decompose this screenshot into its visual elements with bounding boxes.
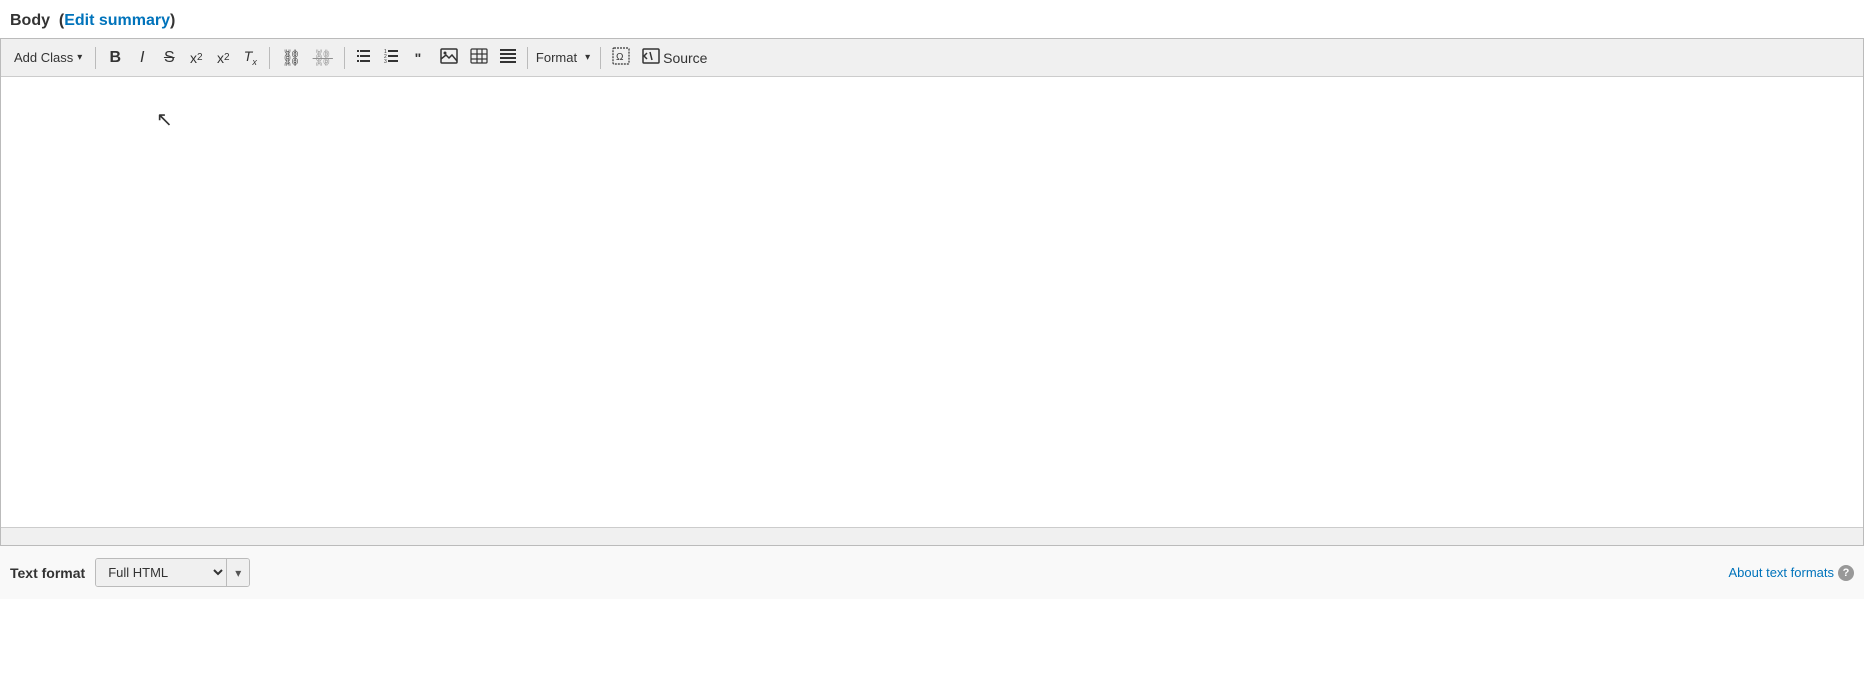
subscript-button[interactable]: x2 [210, 45, 236, 71]
list-buttons-group: 1 2 3 " [351, 45, 431, 71]
strikethrough-button[interactable]: S [156, 45, 182, 71]
link-button[interactable]: ⛓ [276, 45, 306, 71]
format-dropdown-arrow-icon[interactable]: ▾ [581, 50, 594, 65]
edit-summary-link[interactable]: Edit summary [64, 12, 170, 29]
text-format-row: Text format Full HTML Filtered HTML Plai… [0, 546, 1864, 599]
source-icon [642, 48, 660, 67]
link-icon: ⛓ [281, 48, 301, 68]
subscript-2: 2 [224, 52, 230, 63]
help-icon: ? [1838, 565, 1854, 581]
special-char-button[interactable]: Ω [607, 45, 635, 71]
bullet-list-button[interactable] [351, 45, 377, 71]
divider-2 [269, 47, 270, 69]
bullet-list-icon [356, 48, 372, 67]
about-text-formats-label: About text formats [1729, 565, 1835, 580]
body-text: Body [10, 12, 50, 29]
source-button[interactable]: Source [637, 45, 712, 71]
divider-5 [600, 47, 601, 69]
subscript-x: x [217, 50, 224, 66]
justify-button[interactable] [495, 45, 521, 71]
toolbar: Add Class ▾ B I S x2 x2 [1, 39, 1863, 77]
superscript-x: x [190, 50, 197, 66]
italic-button[interactable]: I [129, 45, 155, 71]
about-text-formats-link[interactable]: About text formats ? [1729, 565, 1855, 581]
bold-button[interactable]: B [102, 45, 128, 71]
format-dropdown-group: Format ▾ [534, 50, 594, 65]
text-format-left: Text format Full HTML Filtered HTML Plai… [10, 558, 250, 587]
add-class-label: Add Class [14, 50, 73, 65]
add-class-group: Add Class ▾ [7, 45, 89, 71]
superscript-2: 2 [197, 52, 203, 63]
table-icon [470, 48, 488, 67]
unlink-button[interactable]: ⛓ [308, 45, 338, 71]
format-dropdown-label: Format [534, 50, 579, 65]
source-label: Source [663, 50, 707, 66]
special-char-icon: Ω [612, 47, 630, 68]
numbered-list-icon: 1 2 3 [383, 48, 399, 67]
editor-container: Add Class ▾ B I S x2 x2 [0, 38, 1864, 546]
unlink-icon: ⛓ [313, 48, 333, 68]
remove-format-button[interactable]: Tx [237, 45, 263, 71]
text-format-select[interactable]: Full HTML Filtered HTML Plain text [96, 559, 226, 586]
table-button[interactable] [465, 45, 493, 71]
remove-format-label: Tx [244, 48, 257, 67]
svg-text:Ω: Ω [616, 52, 624, 63]
editor-footer-bar [1, 527, 1863, 545]
image-button[interactable] [435, 45, 463, 71]
text-format-select-wrapper: Full HTML Filtered HTML Plain text ▾ [95, 558, 250, 587]
add-class-button[interactable]: Add Class ▾ [7, 45, 89, 71]
numbered-list-button[interactable]: 1 2 3 [378, 45, 404, 71]
blockquote-button[interactable]: " [405, 45, 431, 71]
text-format-arrow-icon[interactable]: ▾ [226, 559, 249, 586]
format-buttons-group: B I S x2 x2 Tx [102, 45, 263, 71]
divider-1 [95, 47, 96, 69]
editor-body-area[interactable]: ↖ [1, 77, 1863, 527]
link-buttons-group: ⛓ ⛓ [276, 45, 338, 71]
divider-3 [344, 47, 345, 69]
editor-textarea[interactable] [1, 77, 1863, 527]
body-label: Body (Edit summary) [0, 12, 1864, 38]
svg-text:3: 3 [384, 59, 387, 64]
image-icon [440, 48, 458, 67]
superscript-button[interactable]: x2 [183, 45, 209, 71]
text-format-label: Text format [10, 565, 85, 581]
justify-icon [500, 49, 516, 66]
editor-page: Body (Edit summary) Add Class ▾ B I S [0, 0, 1864, 599]
blockquote-icon: " [415, 50, 422, 66]
divider-4 [527, 47, 528, 69]
add-class-arrow-icon: ▾ [77, 52, 82, 63]
